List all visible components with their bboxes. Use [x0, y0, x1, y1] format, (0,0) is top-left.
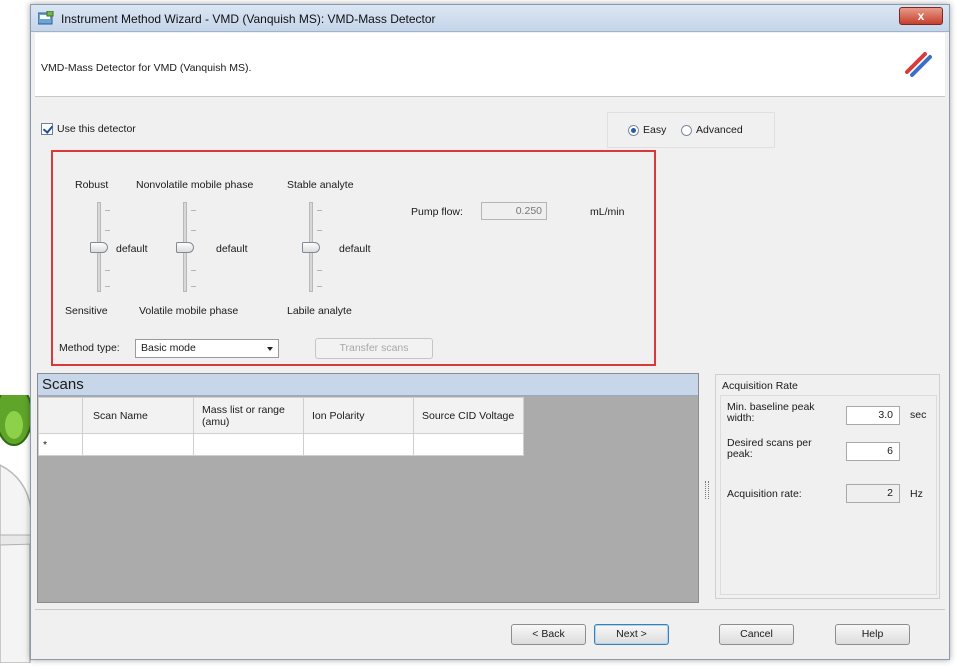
chevron-down-icon — [267, 347, 273, 351]
cell-ion-polarity[interactable] — [303, 433, 414, 456]
pump-flow-unit: mL/min — [590, 206, 625, 218]
transfer-scans-button[interactable]: Transfer scans — [315, 338, 433, 359]
advanced-label: Advanced — [696, 124, 743, 136]
column-header-source-cid[interactable]: Source CID Voltage — [413, 397, 524, 434]
new-row-marker: * — [38, 433, 83, 456]
method-type-value: Basic mode — [141, 342, 196, 354]
slider-robust-bottom-label: Sensitive — [65, 305, 108, 317]
min-baseline-field[interactable]: 3.0 — [846, 406, 900, 425]
close-button[interactable]: x — [899, 7, 943, 25]
desired-scans-label: Desired scans per peak: — [727, 437, 812, 460]
min-baseline-unit: sec — [910, 409, 927, 421]
window-title: Instrument Method Wizard - VMD (Vanquish… — [61, 12, 436, 26]
advanced-radio[interactable] — [681, 125, 692, 136]
method-type-select[interactable]: Basic mode — [135, 339, 279, 358]
use-detector-label: Use this detector — [57, 123, 136, 135]
slider-robust-value: default — [116, 243, 148, 255]
pump-flow-field: 0.250 — [481, 202, 547, 220]
easy-label: Easy — [643, 124, 667, 136]
desired-scans-field[interactable]: 6 — [846, 442, 900, 461]
next-button[interactable]: Next > — [594, 624, 669, 645]
slider-phase-thumb[interactable] — [176, 242, 194, 253]
slider-phase-bottom-label: Volatile mobile phase — [139, 305, 239, 317]
acquisition-rate-title: Acquisition Rate — [722, 380, 798, 392]
use-detector-checkbox[interactable] — [41, 123, 53, 135]
min-baseline-label: Min. baseline peak width: — [727, 401, 815, 424]
pump-flow-label: Pump flow: — [411, 206, 463, 218]
title-bar[interactable]: Instrument Method Wizard - VMD (Vanquish… — [31, 5, 949, 32]
cell-scan-name[interactable] — [82, 433, 194, 456]
mode-selector: Easy Advanced — [607, 112, 775, 148]
wizard-logo-icon — [905, 52, 932, 77]
acquisition-rate-label: Acquisition rate: — [727, 488, 802, 500]
cancel-button[interactable]: Cancel — [719, 624, 794, 645]
column-header-scan-name[interactable]: Scan Name — [82, 397, 194, 434]
slider-analyte-top-label: Stable analyte — [287, 179, 354, 191]
footer-divider — [35, 609, 945, 610]
panel-splitter[interactable] — [705, 481, 709, 499]
header-panel: VMD-Mass Detector for VMD (Vanquish MS). — [35, 33, 945, 97]
page-subtitle: VMD-Mass Detector for VMD (Vanquish MS). — [41, 62, 252, 74]
column-header-mass-list[interactable]: Mass list or range (amu) — [193, 397, 304, 434]
slider-analyte-bottom-label: Labile analyte — [287, 305, 352, 317]
slider-robust-thumb[interactable] — [90, 242, 108, 253]
row-header-corner — [38, 397, 83, 434]
slider-analyte-value: default — [339, 243, 371, 255]
help-button[interactable]: Help — [835, 624, 910, 645]
acquisition-rate-unit: Hz — [910, 488, 923, 500]
scans-panel: Scans Scan Name Mass list or range (amu)… — [37, 373, 699, 603]
scans-title: Scans — [38, 374, 698, 396]
slider-robust-top-label: Robust — [75, 179, 109, 191]
wizard-window: Instrument Method Wizard - VMD (Vanquish… — [30, 4, 950, 660]
back-button[interactable]: < Back — [511, 624, 586, 645]
acquisition-rate-group: Acquisition Rate Min. baseline peak widt… — [715, 374, 940, 599]
slider-phase-top-label: Nonvolatile mobile phase — [136, 179, 254, 191]
app-icon — [38, 11, 54, 25]
acquisition-rate-field: 2 — [846, 484, 900, 503]
column-header-ion-polarity[interactable]: Ion Polarity — [303, 397, 414, 434]
slider-phase-value: default — [216, 243, 248, 255]
slider-analyte-thumb[interactable] — [302, 242, 320, 253]
cell-source-cid[interactable] — [413, 433, 524, 456]
easy-mode-panel: Robust default Sensitive Nonvolatile mob… — [51, 150, 656, 366]
scans-table[interactable]: Scan Name Mass list or range (amu) Ion P… — [38, 397, 524, 456]
method-type-label: Method type: — [59, 342, 120, 354]
easy-radio[interactable] — [628, 125, 639, 136]
cell-mass-list[interactable] — [193, 433, 304, 456]
table-row-new[interactable]: * — [38, 433, 524, 456]
